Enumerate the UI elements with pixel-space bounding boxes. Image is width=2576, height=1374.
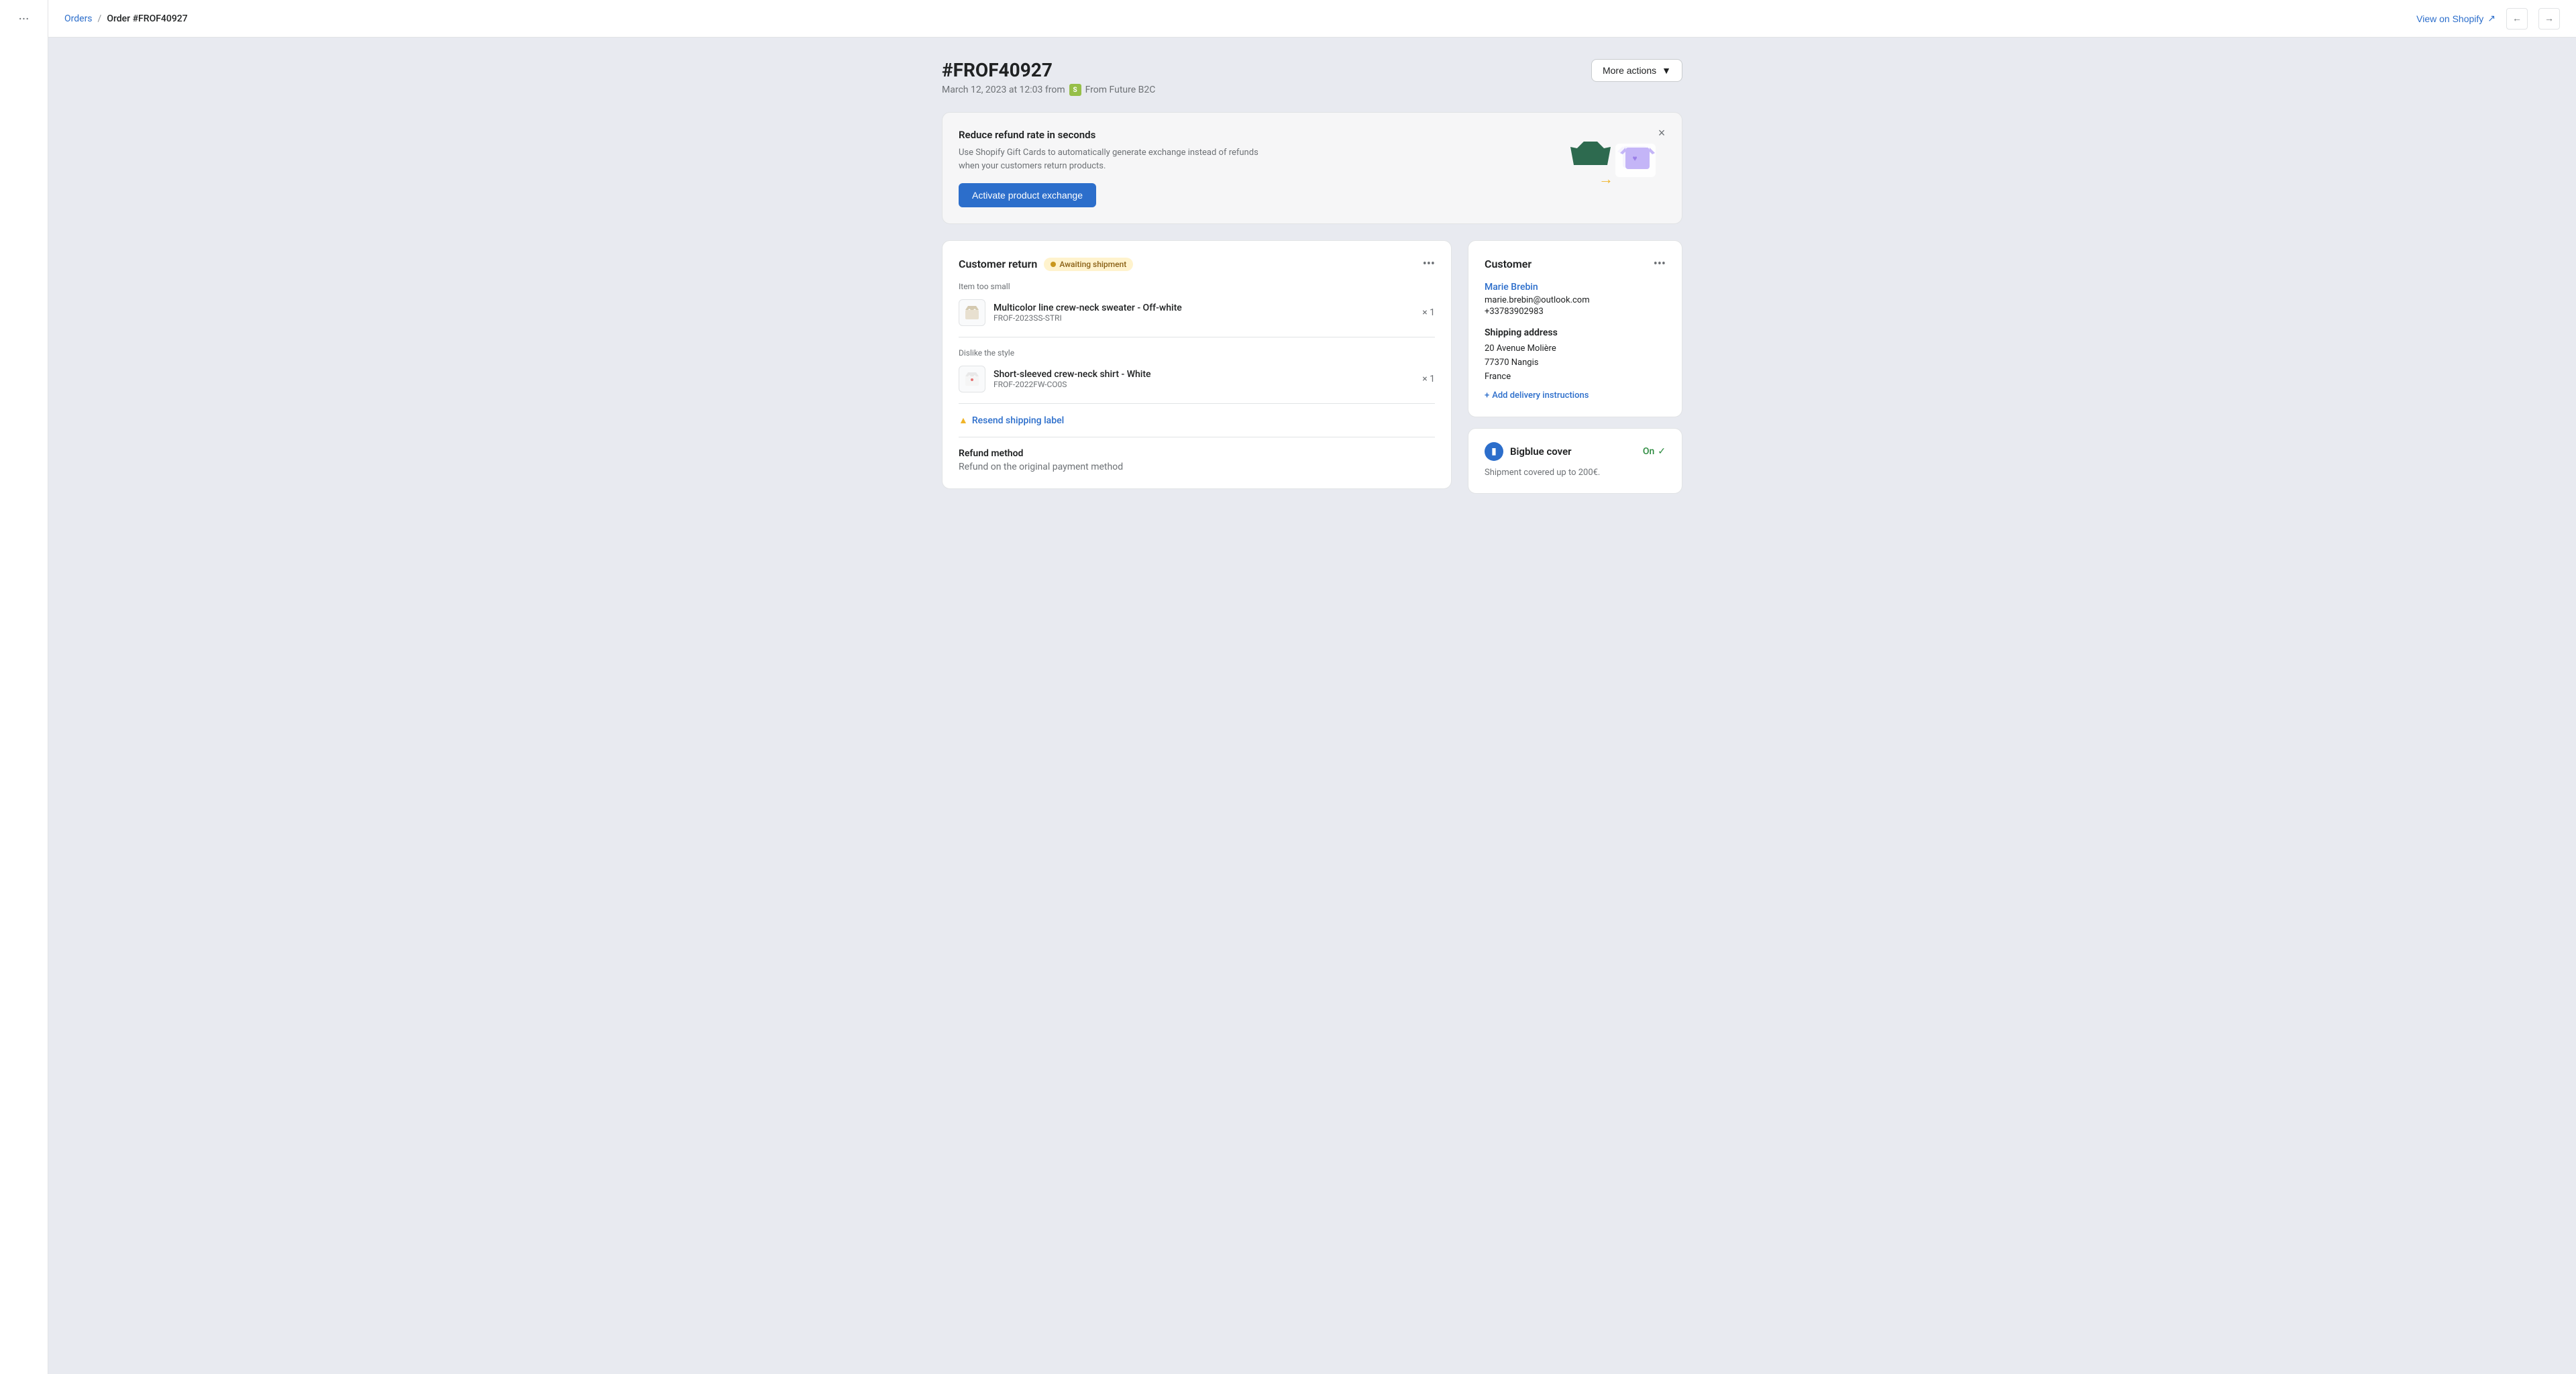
product-thumb-2	[959, 366, 985, 392]
view-shopify-button[interactable]: View on Shopify ↗	[2416, 13, 2496, 24]
topbar-actions: View on Shopify ↗ ← →	[2416, 8, 2560, 30]
product1-qty: × 1	[1422, 307, 1435, 318]
svg-text:♥: ♥	[1632, 154, 1637, 163]
svg-text:→: →	[1599, 171, 1613, 188]
sidebar: ···	[0, 0, 48, 1374]
status-text: Awaiting shipment	[1059, 260, 1126, 269]
product-row-2: Short-sleeved crew-neck shirt - White FR…	[959, 366, 1435, 392]
left-column: Customer return Awaiting shipment ••• It…	[942, 240, 1452, 500]
more-actions-label: More actions	[1603, 65, 1656, 76]
order-title: #FROF40927	[942, 59, 1155, 81]
resend-shipping-label-link[interactable]: ▲ Resend shipping label	[959, 415, 1435, 426]
shipping-address-line1: 20 Avenue Molière	[1485, 342, 1666, 356]
product2-qty: × 1	[1422, 374, 1435, 384]
product-row-1: Multicolor line crew-neck sweater - Off-…	[959, 299, 1435, 326]
view-shopify-label: View on Shopify	[2416, 13, 2483, 24]
activate-product-exchange-button[interactable]: Activate product exchange	[959, 183, 1096, 207]
app-wrapper: ··· Orders / Order #FROF40927 View on Sh…	[0, 0, 2576, 1374]
bigblue-title: Bigblue cover	[1510, 445, 1572, 458]
product2-name: Short-sleeved crew-neck shirt - White	[994, 369, 1414, 380]
sidebar-menu-dots[interactable]: ···	[19, 11, 30, 27]
topbar: Orders / Order #FROF40927 View on Shopif…	[48, 0, 2576, 38]
refund-title: Refund method	[959, 448, 1435, 459]
customer-return-title-text: Customer return	[959, 258, 1037, 270]
promo-content: Reduce refund rate in seconds Use Shopif…	[959, 129, 1558, 207]
bigblue-header: ▮ Bigblue cover On ✓	[1485, 442, 1666, 461]
customer-phone: +33783902983	[1485, 307, 1666, 317]
promo-description: Use Shopify Gift Cards to automatically …	[959, 146, 1267, 172]
customer-return-header: Customer return Awaiting shipment •••	[959, 257, 1435, 271]
customer-title-text: Customer	[1485, 258, 1532, 270]
order-subtitle: March 12, 2023 at 12:03 from S From Futu…	[942, 84, 1155, 96]
bigblue-status: On	[1643, 446, 1654, 457]
bigblue-description: Shipment covered up to 200€.	[1485, 466, 1666, 480]
customer-email: marie.brebin@outlook.com	[1485, 295, 1666, 305]
promo-illustration: → ♥	[1565, 138, 1659, 199]
order-source: From Future B2C	[1085, 85, 1156, 95]
two-col-layout: Customer return Awaiting shipment ••• It…	[942, 240, 1682, 500]
divider-2	[959, 403, 1435, 404]
check-icon: ✓	[1658, 446, 1666, 457]
promo-image: → ♥	[1558, 135, 1666, 202]
product2-sku: FROF-2022FW-CO0S	[994, 380, 1414, 389]
warning-icon: ▲	[959, 415, 968, 426]
customer-return-card: Customer return Awaiting shipment ••• It…	[942, 240, 1452, 489]
external-link-icon: ↗	[2487, 13, 2496, 24]
product1-sku: FROF-2023SS-STRI	[994, 313, 1414, 323]
reason2-label: Dislike the style	[959, 348, 1435, 358]
breadcrumb-separator: /	[98, 13, 102, 24]
customer-card-header: Customer •••	[1485, 257, 1666, 271]
customer-card: Customer ••• Marie Brebin marie.brebin@o…	[1468, 240, 1682, 417]
nav-forward-button[interactable]: →	[2538, 8, 2560, 30]
promo-close-button[interactable]: ×	[1652, 123, 1671, 142]
bigblue-title-row: ▮ Bigblue cover	[1485, 442, 1572, 461]
product-thumb-1	[959, 299, 985, 326]
product-info-1: Multicolor line crew-neck sweater - Off-…	[994, 303, 1414, 323]
breadcrumb-current: Order #FROF40927	[107, 13, 187, 24]
shirt-icon	[964, 371, 980, 387]
status-dot	[1051, 262, 1056, 267]
status-badge: Awaiting shipment	[1044, 258, 1133, 271]
chevron-down-icon: ▼	[1662, 65, 1671, 76]
shopify-icon: S	[1069, 84, 1081, 96]
customer-name-link[interactable]: Marie Brebin	[1485, 282, 1666, 293]
product1-name: Multicolor line crew-neck sweater - Off-…	[994, 303, 1414, 313]
refund-desc: Refund on the original payment method	[959, 462, 1435, 472]
promo-banner: Reduce refund rate in seconds Use Shopif…	[942, 112, 1682, 224]
main-content: Orders / Order #FROF40927 View on Shopif…	[48, 0, 2576, 1374]
shipping-title: Shipping address	[1485, 327, 1666, 338]
nav-back-button[interactable]: ←	[2506, 8, 2528, 30]
customer-card-title: Customer	[1485, 258, 1532, 270]
breadcrumb: Orders / Order #FROF40927	[64, 13, 188, 24]
order-date: March 12, 2023 at 12:03 from	[942, 85, 1065, 95]
right-column: Customer ••• Marie Brebin marie.brebin@o…	[1468, 240, 1682, 500]
sweater-icon	[964, 305, 980, 321]
add-delivery-label: Add delivery instructions	[1492, 390, 1589, 401]
customer-return-title: Customer return Awaiting shipment	[959, 258, 1133, 271]
page-body: #FROF40927 March 12, 2023 at 12:03 from …	[910, 38, 1715, 1374]
order-info: #FROF40927 March 12, 2023 at 12:03 from …	[942, 59, 1155, 96]
breadcrumb-orders[interactable]: Orders	[64, 13, 93, 24]
shipping-address-line3: France	[1485, 370, 1666, 384]
plus-icon: +	[1485, 390, 1489, 401]
bigblue-cover-card: ▮ Bigblue cover On ✓ Shipment covered up…	[1468, 428, 1682, 494]
add-delivery-instructions-link[interactable]: + Add delivery instructions	[1485, 390, 1666, 401]
customer-menu[interactable]: •••	[1654, 257, 1666, 271]
shipping-address-line2: 77370 Nangis	[1485, 356, 1666, 370]
product-info-2: Short-sleeved crew-neck shirt - White FR…	[994, 369, 1414, 389]
shield-icon: ▮	[1485, 442, 1503, 461]
reason1-label: Item too small	[959, 282, 1435, 291]
refund-section: Refund method Refund on the original pay…	[959, 448, 1435, 472]
promo-title: Reduce refund rate in seconds	[959, 129, 1558, 141]
customer-return-menu[interactable]: •••	[1423, 257, 1435, 271]
on-badge: On ✓	[1643, 446, 1666, 457]
more-actions-button[interactable]: More actions ▼	[1591, 59, 1682, 82]
page-header: #FROF40927 March 12, 2023 at 12:03 from …	[942, 59, 1682, 96]
resend-label: Resend shipping label	[972, 415, 1064, 426]
